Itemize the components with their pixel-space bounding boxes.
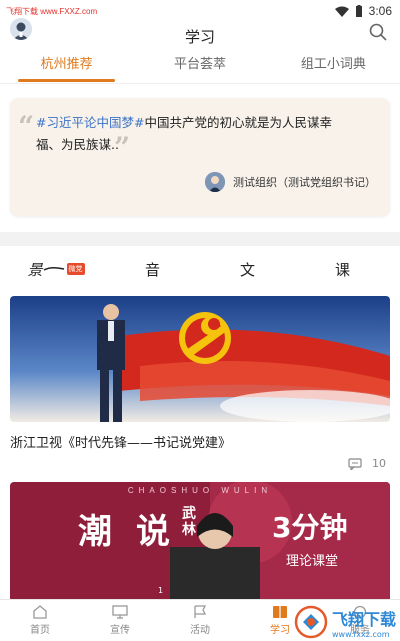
top-tabs: 杭州推荐 平台荟萃 组工小词典 (0, 50, 400, 84)
brush-stroke-icon (43, 266, 64, 271)
watermark-logo-icon (294, 605, 328, 639)
comment-count: 10 (372, 457, 386, 470)
video-thumbnail[interactable] (10, 296, 390, 422)
nav-home-label: 首页 (30, 625, 50, 636)
category-row: 景 微党 音 文 课 (0, 246, 400, 292)
quote-card[interactable]: “ #习近平论中国梦#中国共产党的初心就是为人民谋幸 福、为民族谋.. ” 测试… (10, 98, 390, 216)
category-audio[interactable]: 音 (123, 259, 183, 280)
watermark-sub: www.fxxz.com (331, 629, 390, 639)
app-header: 学习 (0, 18, 400, 50)
nav-activity-label: 活动 (190, 625, 210, 636)
logo-char: 景 (27, 260, 43, 279)
bottom-nav: 首页 宣传 活动 学习 服务 飞翔下载 www.fxxz.com (0, 599, 400, 641)
quote-line-2: 福、为民族谋.. (36, 137, 119, 152)
banner-main-2: 说 (136, 512, 170, 552)
tab-org-dictionary[interactable]: 组工小词典 (267, 50, 400, 84)
banner-side-text: 3分钟 (272, 511, 348, 544)
nav-activity[interactable]: 活动 (160, 600, 240, 641)
status-icons: 3:06 (334, 4, 392, 18)
video-card[interactable]: CHAOSHUO WULIN 潮 说 武林 3分钟 理论课堂 1 (10, 482, 390, 602)
thumbnail-image (10, 296, 390, 422)
open-quote-icon: “ (18, 110, 35, 143)
banner-main-3: 武林 (182, 506, 196, 538)
video-card[interactable]: 浙江卫视《时代先锋——书记说党建》 10 (10, 296, 390, 470)
tab-platform-collection[interactable]: 平台荟萃 (133, 50, 266, 84)
watermark-overlay: 飞翔下载 www.fxxz.com (294, 605, 396, 639)
quote-line-1: 中国共产党的初心就是为人民谋幸 (144, 115, 332, 130)
quote-text: #习近平论中国梦#中国共产党的初心就是为人民谋幸 福、为民族谋.. (30, 112, 374, 156)
nav-study-label: 学习 (270, 625, 290, 636)
section-divider (0, 232, 400, 246)
video-meta: 10 (10, 457, 390, 470)
author-avatar (205, 172, 225, 192)
banner-main-1: 潮 (78, 512, 112, 552)
comment-icon[interactable] (348, 457, 362, 470)
battery-icon (355, 5, 362, 17)
search-icon[interactable] (368, 22, 388, 42)
page-title: 学习 (184, 27, 215, 46)
author-name: 测试组织（测试党组织书记） (233, 176, 376, 189)
nav-promo[interactable]: 宣传 (80, 600, 160, 641)
banner-corner-text: 1 (158, 586, 164, 595)
logo-badge: 微党 (66, 263, 85, 275)
category-text[interactable]: 文 (218, 259, 278, 280)
category-course[interactable]: 课 (313, 259, 373, 280)
watermark-text: 飞翔下载 www.FXXZ.com (6, 6, 98, 16)
close-quote-icon: ” (114, 131, 131, 164)
home-icon (33, 605, 47, 619)
flag-icon (194, 605, 207, 618)
book-icon (273, 606, 287, 618)
wifi-icon (334, 6, 349, 17)
quote-hashtag[interactable]: #习近平论中国梦# (36, 115, 144, 130)
nav-promo-label: 宣传 (110, 625, 130, 636)
user-avatar[interactable] (10, 18, 32, 40)
category-logo[interactable]: 景 微党 (28, 259, 88, 280)
nav-home[interactable]: 首页 (0, 600, 80, 641)
avatar-icon (10, 18, 32, 40)
banner-top-text: CHAOSHUO WULIN (127, 486, 273, 495)
watermark-main: 飞翔下载 (331, 611, 396, 629)
tab-hangzhou-recommend[interactable]: 杭州推荐 (0, 50, 133, 84)
video-title[interactable]: 浙江卫视《时代先锋——书记说党建》 (10, 432, 390, 451)
quote-author: 测试组织（测试党组织书记） (205, 172, 376, 192)
status-bar: 飞翔下载 www.FXXZ.com 3:06 (0, 0, 400, 22)
author-avatar-icon (205, 172, 225, 192)
clock-time: 3:06 (368, 4, 392, 18)
video-thumbnail[interactable]: CHAOSHUO WULIN 潮 说 武林 3分钟 理论课堂 1 (10, 482, 390, 602)
banner-sub-text: 理论课堂 (286, 554, 339, 569)
monitor-icon (112, 605, 128, 619)
